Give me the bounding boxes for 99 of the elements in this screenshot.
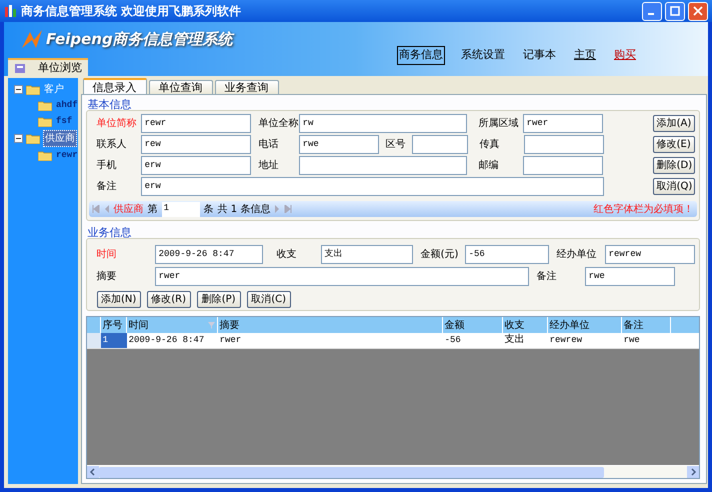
field-label: 区号 [386,138,407,152]
record-count: 共 1 条信息 [218,202,270,216]
minimize-icon [648,13,654,15]
folder-icon [38,116,52,127]
previous-icon[interactable] [104,205,110,213]
table-cell-text: rwer [218,334,242,347]
scroll-right-icon[interactable] [686,466,699,478]
group-title: 业务信息 [88,227,133,238]
action-button[interactable]: 删除(P) [196,291,241,308]
close-icon [693,6,703,16]
tree-toggle[interactable] [14,85,23,94]
logo-icon [20,28,44,50]
tree-toggle[interactable] [14,134,23,143]
folder-icon [26,133,40,144]
scroll-left-icon[interactable] [86,466,99,478]
last-icon[interactable] [284,205,292,213]
tab[interactable]: 单位查询 [148,80,213,94]
action-button[interactable]: 添加(A) [652,115,695,132]
table-cell-text: rwe [622,334,641,347]
folder-icon [38,100,52,112]
input-field[interactable] [522,156,603,175]
action-button[interactable]: 取消(C) [246,291,291,308]
input-field[interactable] [524,135,604,154]
horizontal-scrollbar[interactable] [86,465,699,478]
nav-link[interactable]: 系统设置 [459,46,507,64]
record-label: 供应商 [114,202,144,216]
field-label: 摘要 [96,270,118,284]
input-field[interactable]: 2009-9-26 8:47 [154,245,263,264]
field-label: 电话 [258,138,280,152]
tab[interactable]: 信息录入 [82,78,147,94]
tree-item[interactable]: rewr [56,149,78,162]
field-label: 时间 [96,248,118,262]
field-label: 传真 [480,138,501,152]
action-button[interactable]: 修改(E) [652,136,695,153]
input-field[interactable]: rwe [584,267,675,286]
tab[interactable]: 业务查询 [214,80,279,94]
minus-icon [16,136,21,141]
first-icon[interactable] [92,205,100,213]
maximize-icon [670,6,680,16]
minus-icon [16,87,21,92]
input-field[interactable]: 支出 [320,245,413,264]
book-icon [14,62,26,74]
maximize-button[interactable] [665,2,685,20]
logo-text: Feipeng商务信息管理系统 [46,29,233,50]
table-cell-text: 2009-9-26 8:47 [128,334,206,347]
field-label: 备注 [536,270,558,284]
input-field[interactable]: rewr [140,114,251,133]
nav-text: 第 [148,202,158,216]
nav-link[interactable]: 主页 [572,46,598,64]
table-cell: 1 [100,333,127,348]
input-field[interactable]: erw [140,177,604,196]
input-field[interactable]: erw [140,156,251,175]
input-field[interactable]: rwe [298,135,379,154]
app-icon [4,4,18,18]
nav-link[interactable]: 商务信息 [397,46,445,64]
input-field[interactable]: rwer [522,114,603,133]
field-label: 单位全称 [258,116,299,131]
table-cell-text: 支出 [504,333,526,348]
position-field[interactable]: 1 [162,202,200,216]
required-note: 红色字体栏为必填项！ [594,202,694,216]
folder-icon [38,150,52,162]
field-label: 金额(元) [420,248,460,262]
action-button[interactable]: 删除(D) [652,157,695,174]
table-row[interactable]: 1 2009-9-26 8:47 rwer -56 支出 rewrew rwe [86,333,699,349]
window-title: 商务信息管理系统 欢迎使用飞鹏系列软件 [21,3,242,20]
input-field[interactable] [412,135,468,154]
folder-icon [26,84,40,95]
tree-item[interactable]: ahdf [56,99,78,112]
action-button[interactable]: 取消(Q) [652,178,695,195]
action-button[interactable]: 修改(R) [146,291,191,308]
field-label: 手机 [96,158,118,173]
input-field[interactable]: rwer [154,267,529,286]
input-field[interactable]: -56 [464,245,549,264]
input-field[interactable]: rew [140,135,251,154]
field-label: 邮编 [478,158,500,173]
input-field[interactable]: rewrew [604,245,695,264]
tree-item[interactable]: 供应商 [43,130,77,147]
field-label: 所属区域 [478,116,520,131]
field-label: 经办单位 [556,248,598,262]
nav-link[interactable]: 记事本 [521,46,558,64]
table-cell-text: rewrew [548,334,584,347]
action-button[interactable]: 添加(N) [96,291,141,308]
table-cell-text: -56 [444,334,462,347]
scroll-thumb[interactable] [98,466,604,478]
input-field[interactable] [298,156,467,175]
left-tab[interactable]: 单位浏览 [8,58,88,76]
group-title: 基本信息 [88,99,133,110]
minimize-button[interactable] [642,2,662,20]
field-label: 联系人 [96,138,128,152]
field-label: 单位简称 [96,116,138,131]
input-field[interactable]: rw [298,114,467,133]
field-label: 收支 [276,248,298,262]
nav-link[interactable]: 购买 [612,46,638,64]
field-label: 备注 [96,180,118,194]
tree-item[interactable]: fsf [56,114,72,128]
close-button[interactable] [688,2,708,20]
next-icon[interactable] [274,205,280,213]
field-label: 地址 [258,158,280,173]
nav-text: 条 [204,202,214,216]
